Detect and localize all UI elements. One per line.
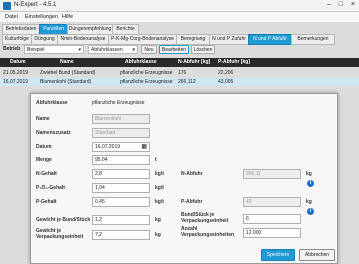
chevron-down-icon: ▾ [132, 47, 135, 53]
maximize-icon[interactable]: □ [339, 1, 343, 8]
n-abfuhr-field[interactable]: 266,11 [243, 169, 301, 179]
abfuhrklassen-select[interactable]: Abfuhrklassen ▾ [88, 45, 138, 54]
n-abfuhr-unit: kg [306, 171, 312, 177]
menu-einstellungen[interactable]: Einstellungen [25, 14, 58, 20]
anzahl-verp-label-2: Verpackungseinheiten [181, 232, 235, 238]
chevron-down-icon: ▾ [78, 47, 81, 53]
save-button[interactable]: Speichern [261, 249, 295, 261]
new-button[interactable]: Neu [141, 45, 157, 54]
table-row[interactable]: 16.07.2019 Blumenkohl (Standard) pflanzl… [0, 78, 359, 86]
title-bar: N-Expert - 4.5.1 – □ × [0, 0, 359, 12]
delete-button[interactable]: Löschen [191, 45, 215, 54]
p-abfuhr-unit: kg [306, 199, 312, 205]
namenszusatz-label: Namenszusatz [36, 130, 71, 136]
namenszusatz-field[interactable]: Standard [92, 128, 150, 138]
col-p-abfuhr[interactable]: P-Abfuhr [kg] [218, 59, 250, 65]
p-abfuhr-label: P-Abfuhr [181, 199, 203, 205]
n-gehalt-field[interactable]: 2,8 [92, 169, 150, 179]
gewicht-verp-field[interactable]: 7,2 [92, 230, 150, 240]
abfuhrklasse-value: pflanzliche Erzeugnisse [92, 100, 145, 106]
cancel-button[interactable]: Abbrechen [299, 249, 335, 261]
toolbar: Betrieb Beispiel ▾ Abfuhrklassen ▾ Neu Bea… [0, 44, 359, 56]
menu-datei[interactable]: Datei [5, 14, 18, 20]
table-header: Datum Name Abfuhrklasse N-Abfuhr [kg] P-… [0, 58, 359, 67]
close-icon[interactable]: × [351, 1, 355, 8]
window-title: N-Expert - 4.5.1 [14, 2, 57, 8]
n-gehalt-label: N-Gehalt [36, 171, 57, 177]
datum-label: Datum [36, 144, 52, 150]
n-gehalt-unit: kg/t [155, 171, 164, 177]
menu-hilfe[interactable]: Hilfe [62, 14, 73, 20]
col-n-abfuhr[interactable]: N-Abfuhr [kg] [178, 59, 210, 65]
p-gehalt-field[interactable]: 0,45 [92, 197, 150, 207]
name-field[interactable]: Blumenkohl [92, 114, 150, 124]
gewicht-verp-label-2: Verpackungseinheit [36, 234, 84, 240]
gewicht-verp-unit: kg [155, 232, 161, 238]
col-abfuhrklasse[interactable]: Abfuhrklasse [125, 59, 157, 65]
minimize-icon[interactable]: – [327, 1, 331, 8]
menu-bar: Datei Einstellungen Hilfe [0, 12, 359, 22]
anzahl-verp-field[interactable]: 12.000 [243, 228, 301, 238]
p2o5-gehalt-field[interactable]: 1,04 [92, 183, 150, 193]
p2o5-gehalt-unit: kg/t [155, 185, 164, 191]
p-gehalt-unit: kg/t [155, 199, 164, 205]
info-icon[interactable]: i [307, 180, 314, 187]
menge-field[interactable]: 95,04 [92, 155, 150, 165]
p-abfuhr-field[interactable]: 43 [243, 197, 301, 207]
bund-verp-label-2: Verpackungseinheit [181, 218, 229, 224]
app-icon [3, 2, 11, 10]
datum-field[interactable]: 16.07.2019 ▦ [92, 142, 150, 152]
menge-label: Menge [36, 157, 52, 163]
menge-unit: t [155, 157, 157, 163]
name-label: Name [36, 116, 50, 122]
abfuhrklasse-label: Abfuhrklasse [36, 100, 68, 106]
col-name[interactable]: Name [60, 59, 74, 65]
info-icon[interactable]: i [307, 208, 314, 215]
calendar-icon[interactable]: ▦ [141, 143, 147, 152]
sub-tab-bar: Kulturfolge Düngung Nmin-Bodenanalyse P-… [0, 34, 359, 45]
gewicht-bund-unit: kg [155, 217, 161, 223]
betrieb-select[interactable]: Beispiel ▾ [24, 45, 84, 54]
main-tab-bar: Betriebsdaten Parzellen Düngerempfehlung… [0, 23, 359, 35]
betrieb-label: Betrieb [3, 46, 21, 52]
table-row[interactable]: 21.05.2019 Zwiebel Bund (Standard) pflan… [0, 69, 359, 77]
gewicht-bund-field[interactable]: 1,2 [92, 215, 150, 225]
col-datum[interactable]: Datum [10, 59, 26, 65]
p2o5-gehalt-label: P₂O₅-Gehalt [36, 185, 65, 191]
p-gehalt-label: P-Gehalt [36, 199, 57, 205]
edit-button[interactable]: Bearbeiten [159, 45, 189, 54]
bund-verp-field[interactable]: 6 [243, 214, 301, 224]
gewicht-bund-label: Gewicht je Bund/Stück [36, 217, 91, 223]
edit-abfuhr-dialog: Abfuhrklasse pflanzliche Erzeugnisse Nam… [30, 93, 338, 264]
n-abfuhr-label: N-Abfuhr [181, 171, 203, 177]
